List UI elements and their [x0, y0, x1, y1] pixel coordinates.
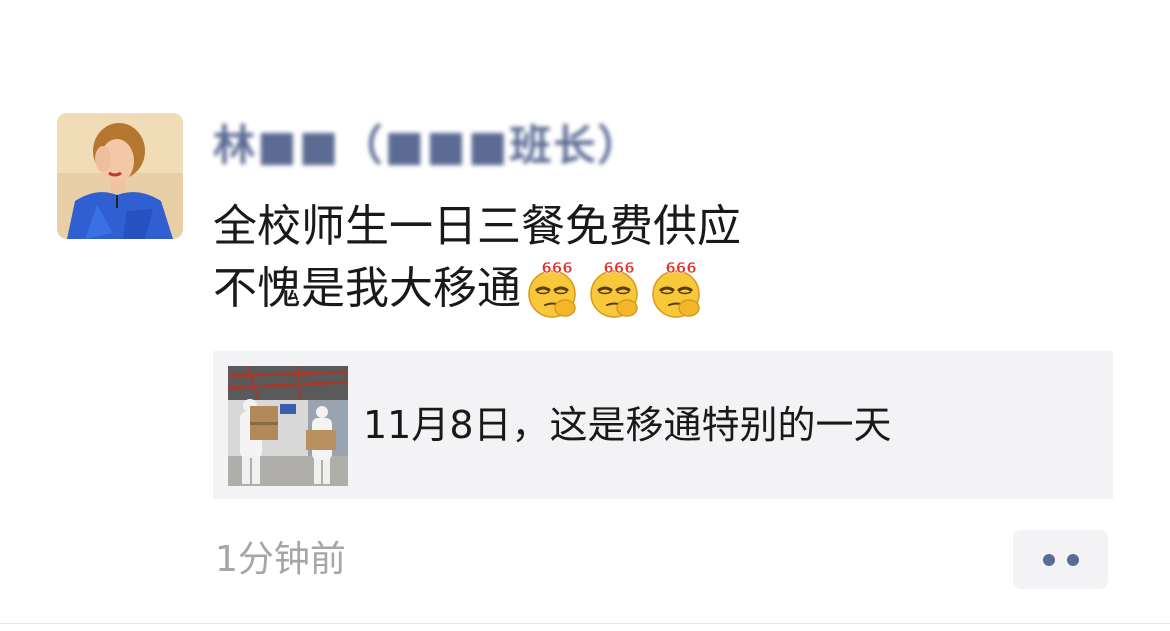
link-title[interactable]: 11月8日，这是移通特别的一天 — [363, 351, 892, 499]
post-text-line-2-content: 不愧是我大移通 — [213, 263, 521, 314]
author-name[interactable]: 林■■（■■■班长） — [213, 114, 641, 178]
svg-text:666: 666 — [665, 259, 696, 277]
666-emoji-icon: 666 — [647, 258, 707, 320]
post-text-line-1: 全校师生一日三餐免费供应 — [213, 201, 741, 252]
svg-text:666: 666 — [603, 259, 634, 277]
timestamp: 1分钟前 — [215, 539, 346, 580]
more-actions-button[interactable] — [1013, 530, 1108, 589]
link-card[interactable]: 11月8日，这是移通特别的一天 — [213, 351, 1113, 499]
666-emoji-icon: 666 — [585, 258, 645, 320]
post-text-line-2: 不愧是我大移通 666 666 666 — [213, 258, 741, 320]
svg-text:666: 666 — [541, 259, 572, 277]
emoji-row: 666 666 666 — [523, 258, 709, 320]
more-dot-icon — [1042, 553, 1055, 566]
avatar[interactable] — [57, 113, 183, 239]
post-text: 全校师生一日三餐免费供应 不愧是我大移通 666 666 666 — [213, 196, 741, 320]
link-thumbnail — [228, 366, 348, 486]
more-dot-icon — [1066, 553, 1079, 566]
666-emoji-icon: 666 — [523, 258, 583, 320]
moments-post: 林■■（■■■班长） 全校师生一日三餐免费供应 不愧是我大移通 666 666 666 — [0, 0, 1170, 631]
divider — [0, 623, 1170, 624]
